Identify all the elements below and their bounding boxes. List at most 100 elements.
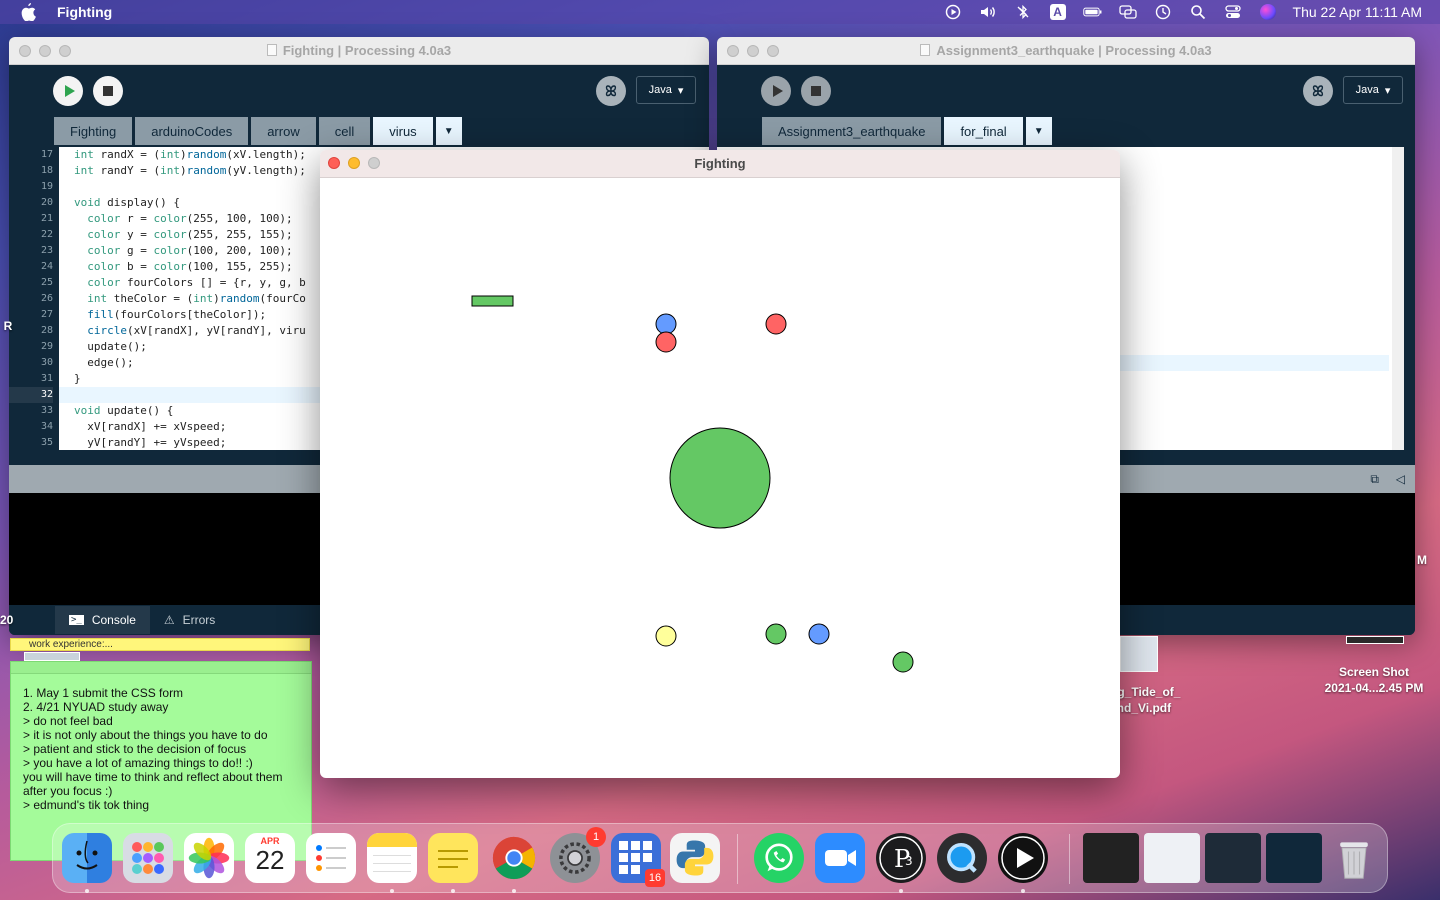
trash-icon[interactable]: [1329, 833, 1379, 883]
screenshot-file-label[interactable]: Screen Shot 2021-04...2.45 PM: [1314, 664, 1434, 696]
notification-badge: 1: [586, 827, 606, 847]
blue-cell: [808, 623, 830, 645]
line-number: 28: [40, 325, 53, 336]
running-indicator: [512, 889, 516, 893]
volume-icon[interactable]: [978, 4, 998, 20]
apple-icon[interactable]: [20, 3, 36, 21]
sketch-play-icon[interactable]: [998, 833, 1048, 883]
running-indicator: [1021, 889, 1025, 893]
siri-icon[interactable]: [1258, 4, 1278, 20]
mode-selector[interactable]: Java ▾: [1343, 76, 1403, 104]
chevron-down-icon: ▾: [1384, 84, 1391, 97]
photos-icon[interactable]: [184, 833, 234, 883]
app-grid-icon[interactable]: 16: [611, 833, 665, 887]
window-titlebar[interactable]: Assignment3_earthquake | Processing 4.0a…: [717, 37, 1415, 65]
tab-fighting[interactable]: Fighting: [54, 117, 133, 145]
tab-arduinocodes[interactable]: arduinoCodes: [135, 117, 249, 145]
bluetooth-icon[interactable]: [1013, 4, 1033, 20]
collapse-icon[interactable]: ◁: [1396, 472, 1405, 486]
launchpad-icon[interactable]: [123, 833, 173, 883]
line-number: 24: [40, 261, 53, 272]
sketch-window: Fighting: [320, 150, 1120, 778]
spotlight-icon[interactable]: [1188, 4, 1208, 20]
window-title: Fighting | Processing 4.0a3: [9, 43, 709, 58]
red-cell: [765, 313, 787, 335]
stop-button[interactable]: [801, 76, 831, 106]
dock-separator: [737, 834, 738, 884]
menubar-clock[interactable]: Thu 22 Apr 11:11 AM: [1293, 4, 1422, 20]
copy-icon[interactable]: ⧉: [1370, 472, 1379, 487]
pdf-file-label[interactable]: ng_Tide_of_ and_Vi.pdf: [1110, 684, 1200, 716]
minimized-window-icon[interactable]: [1144, 833, 1200, 883]
dock-separator: [1069, 834, 1070, 884]
line-number: 34: [40, 421, 53, 432]
desktop-thumbnail[interactable]: [24, 652, 80, 661]
python-icon[interactable]: [670, 833, 720, 883]
window-title: Assignment3_earthquake | Processing 4.0a…: [717, 43, 1415, 58]
whatsapp-icon[interactable]: [754, 833, 804, 883]
stickies-icon[interactable]: [428, 833, 478, 883]
screenshot-thumbnail[interactable]: [1346, 636, 1404, 644]
debug-mode-button[interactable]: ꕤ: [1303, 76, 1333, 106]
sketch-titlebar[interactable]: Fighting: [320, 150, 1120, 178]
tab-assignment3-earthquake[interactable]: Assignment3_earthquake: [762, 117, 942, 145]
line-number: 19: [40, 181, 53, 192]
sketch-canvas[interactable]: [320, 178, 1120, 778]
line-number: 32: [9, 387, 53, 403]
code-line: }: [74, 372, 81, 385]
processing-icon[interactable]: P3: [876, 833, 926, 883]
chrome-icon[interactable]: [489, 833, 539, 883]
code-line: color fourColors [] = {r, y, g, b: [87, 276, 306, 289]
line-number: 30: [40, 357, 53, 368]
input-source-icon[interactable]: A: [1048, 4, 1068, 20]
mode-selector[interactable]: Java ▾: [636, 76, 696, 104]
line-number: 18: [40, 165, 53, 176]
input-source-letter: A: [1049, 4, 1066, 20]
debug-mode-button[interactable]: ꕤ: [596, 76, 626, 106]
tab-virus[interactable]: virus: [373, 117, 433, 145]
tab-menu-button[interactable]: ▼: [1025, 117, 1052, 145]
sticky-text[interactable]: 1. May 1 submit the CSS form 2. 4/21 NYUA…: [11, 674, 311, 812]
tab-menu-button[interactable]: ▼: [435, 117, 462, 145]
run-button[interactable]: [761, 76, 791, 106]
play-circle-icon[interactable]: [943, 4, 963, 20]
sticky-titlebar[interactable]: [11, 662, 311, 674]
minimized-window-icon[interactable]: [1205, 833, 1261, 883]
reminders-icon[interactable]: [306, 833, 356, 883]
tab-arrow[interactable]: arrow: [251, 117, 316, 145]
screen-mirroring-icon[interactable]: [1118, 4, 1138, 20]
window-titlebar[interactable]: Fighting | Processing 4.0a3: [9, 37, 709, 65]
yellow-cell: [655, 625, 677, 647]
stop-button[interactable]: [93, 76, 123, 106]
control-center-icon[interactable]: [1223, 4, 1243, 20]
code-text[interactable]: int randX = (int)random(xV.length); int r…: [74, 147, 306, 451]
line-number: 35: [40, 437, 53, 448]
code-line: int theColor = (int)random(fourCo: [87, 292, 306, 305]
sticky-note-yellow[interactable]: work experience:...: [10, 638, 310, 651]
run-button[interactable]: [53, 76, 83, 106]
finder-icon[interactable]: [62, 833, 112, 883]
minimized-window-icon[interactable]: [1266, 833, 1322, 883]
document-icon: [266, 44, 277, 56]
notes-icon[interactable]: [367, 833, 417, 883]
system-preferences-icon[interactable]: 1: [550, 827, 606, 883]
calendar-icon[interactable]: APR 22: [245, 833, 295, 883]
tab-cell[interactable]: cell: [318, 117, 371, 145]
editor-scrollbar[interactable]: [1392, 147, 1404, 450]
battery-icon[interactable]: [1082, 4, 1103, 20]
code-line: void update() {: [74, 404, 174, 417]
desktop-edge-label: R: [3, 319, 13, 333]
errors-tab[interactable]: ⚠ Errors: [150, 606, 229, 634]
status-area: A Thu 22 Apr 11:11 AM: [943, 0, 1440, 24]
minimized-window-icon[interactable]: [1083, 833, 1139, 883]
zoom-icon[interactable]: [815, 833, 865, 883]
app-menu-title[interactable]: Fighting: [57, 4, 112, 20]
pdf-thumbnail[interactable]: [1120, 636, 1158, 672]
time-machine-icon[interactable]: [1153, 4, 1173, 20]
sketch-toolbar: ꕤ Java ▾: [9, 65, 709, 117]
line-number: 21: [40, 213, 53, 224]
tab-for-final[interactable]: for_final: [944, 117, 1023, 145]
quicktime-icon[interactable]: [937, 833, 987, 883]
console-tab[interactable]: >_ Console: [55, 606, 150, 634]
